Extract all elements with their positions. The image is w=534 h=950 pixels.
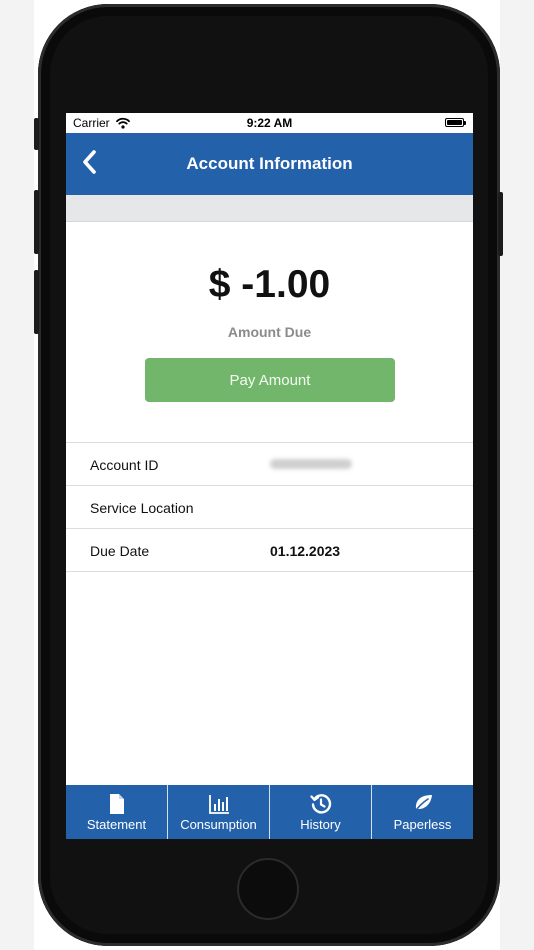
account-id-row: Account ID	[66, 442, 473, 485]
tab-consumption[interactable]: Consumption	[168, 785, 270, 839]
header-divider-strip	[66, 195, 473, 222]
tab-bar: Statement Consumption History Paperless	[66, 785, 473, 839]
status-time: 9:22 AM	[246, 116, 293, 130]
tab-paperless-label: Paperless	[393, 817, 452, 832]
battery-level-fill	[447, 120, 462, 125]
tab-history[interactable]: History	[270, 785, 372, 839]
background-right	[500, 0, 534, 950]
app-screen: Carrier 9:22 AM Account Information $ -1…	[66, 113, 473, 839]
due-date-row: Due Date 01.12.2023	[66, 528, 473, 572]
due-date-label: Due Date	[90, 543, 150, 559]
status-bar: Carrier 9:22 AM	[66, 113, 473, 133]
tab-statement-label: Statement	[86, 817, 147, 832]
tab-consumption-label: Consumption	[180, 817, 257, 832]
page-title: Account Information	[186, 154, 353, 173]
document-icon	[109, 794, 124, 814]
account-id-value-redacted	[270, 459, 352, 469]
tab-statement[interactable]: Statement	[66, 785, 168, 839]
history-icon	[309, 794, 331, 814]
due-date-value: 01.12.2023	[270, 543, 341, 559]
account-id-label: Account ID	[90, 457, 159, 473]
volume-down-button	[34, 270, 39, 334]
tab-history-label: History	[300, 817, 341, 832]
service-location-label: Service Location	[90, 500, 194, 516]
battery-icon	[445, 118, 466, 127]
service-location-row: Service Location	[66, 485, 473, 528]
power-button	[498, 192, 503, 256]
tab-paperless[interactable]: Paperless	[372, 785, 473, 839]
pay-amount-button[interactable]: Pay Amount	[145, 358, 395, 402]
leaf-icon	[412, 795, 432, 814]
volume-up-button	[34, 190, 39, 254]
mute-switch	[34, 118, 39, 150]
background-left	[0, 0, 34, 950]
amount-due-label: Amount Due	[227, 324, 312, 340]
amount-due-value: $ -1.00	[208, 263, 331, 306]
device-stage: Carrier 9:22 AM Account Information $ -1…	[0, 0, 534, 950]
navigation-bar: Account Information	[66, 133, 473, 195]
home-button[interactable]	[237, 858, 299, 920]
bar-chart-icon	[208, 795, 229, 814]
